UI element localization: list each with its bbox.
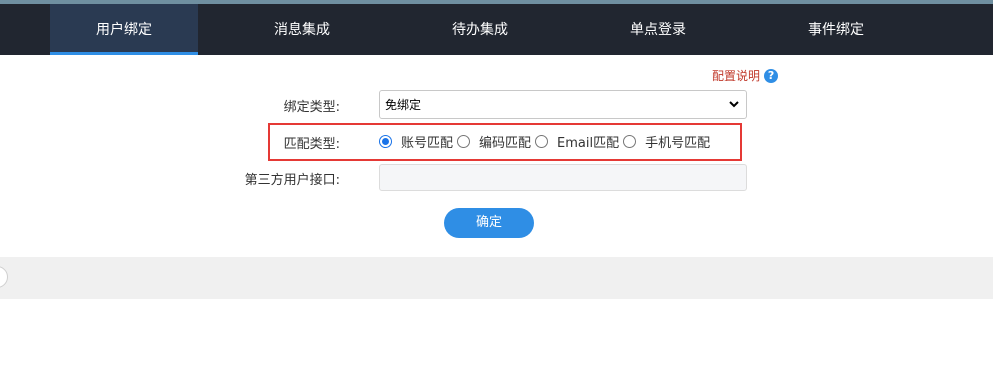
third-party-api-input[interactable]	[379, 164, 747, 191]
config-help-link[interactable]: 配置说明 ?	[712, 67, 779, 84]
question-icon: ?	[764, 68, 779, 83]
config-help-label: 配置说明	[712, 69, 761, 83]
radio-phone-match[interactable]	[623, 134, 637, 148]
radio-account-match-label[interactable]: 账号匹配	[401, 132, 453, 151]
footer-band	[0, 257, 993, 299]
bind-type-label: 绑定类型:	[283, 100, 340, 115]
radio-account-match[interactable]	[379, 134, 392, 148]
match-type-radio-group: 账号匹配 编码匹配 Email匹配 手机号匹配	[379, 131, 714, 151]
chevron-down-icon	[729, 101, 739, 108]
match-type-label: 匹配类型:	[283, 137, 340, 152]
top-nav-bar: 用户绑定 消息集成 待办集成 单点登录 事件绑定	[0, 4, 993, 55]
tab-user-binding[interactable]: 用户绑定	[50, 4, 198, 55]
confirm-button[interactable]: 确定	[444, 208, 534, 238]
tab-single-sign-on[interactable]: 单点登录	[584, 4, 732, 55]
radio-email-match-label[interactable]: Email匹配	[557, 132, 619, 151]
tab-todo-integration[interactable]: 待办集成	[406, 4, 554, 55]
tab-event-binding[interactable]: 事件绑定	[762, 4, 910, 55]
radio-phone-match-label[interactable]: 手机号匹配	[645, 132, 710, 151]
third-party-api-label: 第三方用户接口:	[244, 173, 340, 188]
radio-code-match[interactable]	[457, 134, 471, 148]
tab-message-integration[interactable]: 消息集成	[228, 4, 376, 55]
bind-type-value: 免绑定	[385, 98, 422, 112]
radio-email-match[interactable]	[535, 134, 549, 148]
radio-code-match-label[interactable]: 编码匹配	[479, 132, 531, 151]
bind-type-select[interactable]: 免绑定	[379, 90, 747, 119]
